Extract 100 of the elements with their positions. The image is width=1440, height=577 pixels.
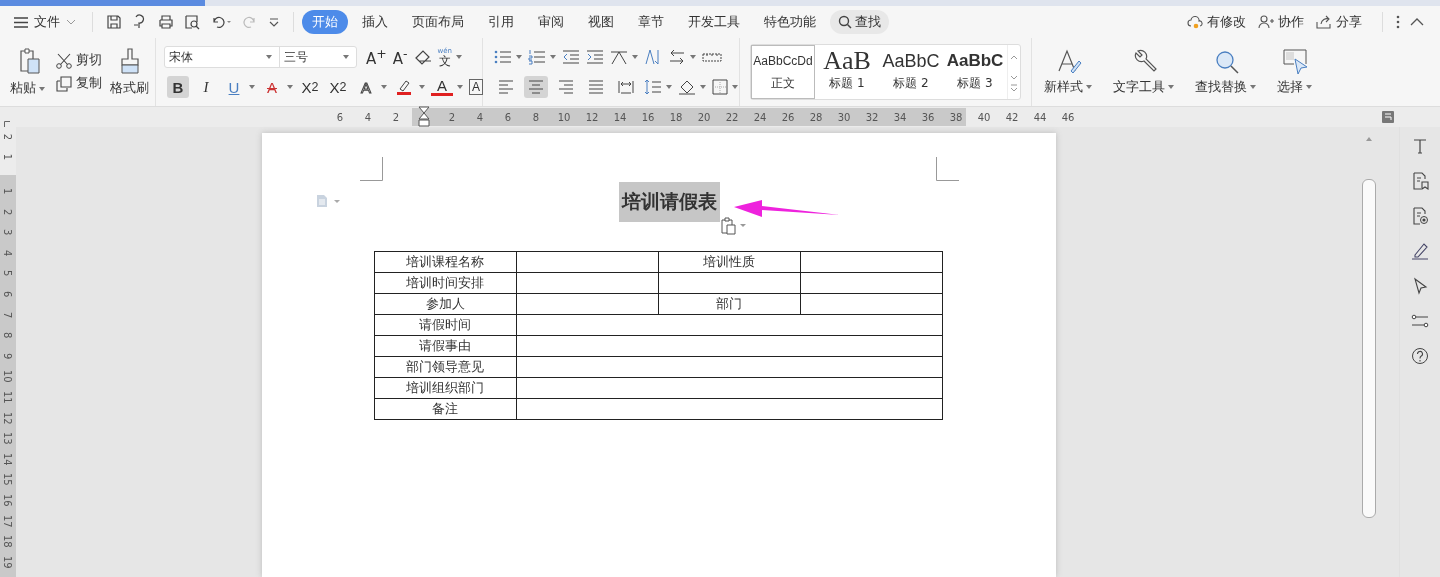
select-button[interactable]: 选择 bbox=[1277, 48, 1315, 96]
style-preset[interactable]: AaBbC 标题 3 bbox=[943, 45, 1007, 99]
ribbon-tab[interactable]: 页面布局 bbox=[402, 10, 474, 34]
gallery-scrollbar[interactable] bbox=[1007, 45, 1020, 99]
borders-icon[interactable] bbox=[712, 79, 728, 95]
eraser-icon[interactable] bbox=[413, 49, 432, 65]
numbered-list-icon[interactable] bbox=[528, 49, 546, 65]
file-menu[interactable]: 文件 bbox=[14, 13, 76, 31]
caret-icon[interactable] bbox=[1086, 85, 1092, 89]
format-button[interactable]: A bbox=[355, 76, 377, 98]
more-icon[interactable] bbox=[1396, 15, 1400, 29]
ribbon-tab[interactable]: 视图 bbox=[578, 10, 624, 34]
table-cell[interactable] bbox=[516, 272, 658, 294]
table-cell[interactable] bbox=[800, 251, 942, 273]
caret-icon[interactable] bbox=[381, 85, 387, 89]
table-cell[interactable] bbox=[516, 398, 942, 420]
search-button[interactable]: 查找 bbox=[830, 10, 889, 34]
increase-indent-icon[interactable] bbox=[586, 49, 604, 65]
table-cell[interactable] bbox=[800, 272, 942, 294]
pen-icon[interactable] bbox=[1411, 242, 1429, 260]
caret-icon[interactable] bbox=[690, 55, 696, 59]
ribbon-tab[interactable]: 章节 bbox=[628, 10, 674, 34]
align-button[interactable] bbox=[524, 76, 548, 98]
caret-icon[interactable] bbox=[287, 85, 293, 89]
ruler-toggle-icon[interactable] bbox=[1382, 111, 1394, 123]
scrollbar-thumb[interactable] bbox=[1362, 179, 1376, 518]
ruler-icon[interactable] bbox=[702, 50, 722, 64]
ribbon-tab[interactable]: 特色功能 bbox=[754, 10, 826, 34]
table-cell[interactable] bbox=[800, 293, 942, 315]
caret-icon[interactable] bbox=[249, 85, 255, 89]
print-icon[interactable] bbox=[158, 14, 174, 30]
help-icon[interactable] bbox=[1411, 347, 1429, 365]
margin-mark bbox=[359, 157, 383, 181]
decrease-indent-icon[interactable] bbox=[562, 49, 580, 65]
add-user-icon bbox=[1258, 15, 1274, 29]
table-cell[interactable] bbox=[516, 314, 942, 336]
sort-icon[interactable] bbox=[644, 49, 662, 65]
paragraph-handle-icon[interactable] bbox=[315, 194, 342, 208]
customize-icon[interactable] bbox=[268, 17, 280, 27]
text-layout-icon[interactable] bbox=[610, 49, 628, 65]
sync-status-button[interactable]: 有修改 bbox=[1187, 13, 1246, 31]
undo-icon[interactable] bbox=[210, 14, 232, 30]
caret-icon[interactable] bbox=[457, 85, 463, 89]
margin-mark bbox=[935, 157, 959, 181]
paste-button[interactable]: 粘贴 bbox=[10, 47, 48, 97]
cut-button[interactable]: 剪切 bbox=[56, 52, 102, 69]
format-painter-button[interactable]: 格式刷 bbox=[110, 47, 149, 97]
copy-button[interactable]: 复制 bbox=[56, 75, 102, 92]
caret-icon[interactable] bbox=[632, 55, 638, 59]
caret-icon[interactable] bbox=[700, 85, 706, 89]
table-cell[interactable] bbox=[516, 251, 658, 273]
table-cell[interactable] bbox=[516, 377, 942, 399]
line-break-icon[interactable] bbox=[668, 49, 686, 65]
caret-icon[interactable] bbox=[732, 85, 738, 89]
shading-icon[interactable] bbox=[678, 79, 696, 95]
ribbon-tab[interactable]: 插入 bbox=[352, 10, 398, 34]
caret-icon[interactable] bbox=[666, 85, 672, 89]
cursor-icon[interactable] bbox=[1411, 277, 1429, 295]
collapse-icon[interactable] bbox=[1410, 18, 1424, 26]
scroll-up-icon[interactable] bbox=[1366, 137, 1372, 141]
text-tools-button[interactable]: 文字工具 bbox=[1113, 48, 1177, 96]
style-preset[interactable]: AaB 标题 1 bbox=[815, 45, 879, 99]
new-style-button[interactable]: 新样式 bbox=[1044, 48, 1095, 96]
bullet-list-icon[interactable] bbox=[494, 49, 512, 65]
format-button[interactable]: I bbox=[195, 76, 217, 98]
font-color-button[interactable]: A bbox=[431, 78, 453, 96]
format-button[interactable]: B bbox=[167, 76, 189, 98]
font-size-button[interactable]: A$^{-}$ bbox=[392, 47, 408, 67]
caret-icon[interactable] bbox=[550, 55, 556, 59]
caret-icon[interactable] bbox=[516, 55, 522, 59]
caret-icon[interactable] bbox=[1306, 85, 1312, 89]
caret-icon[interactable] bbox=[1250, 85, 1256, 89]
print-preview-icon[interactable] bbox=[184, 14, 200, 30]
ribbon-tab[interactable]: 审阅 bbox=[528, 10, 574, 34]
table-cell[interactable] bbox=[516, 293, 658, 315]
table-cell[interactable] bbox=[516, 335, 942, 357]
document-icon[interactable] bbox=[1411, 207, 1429, 225]
table-cell[interactable] bbox=[516, 356, 942, 378]
line-spacing-icon[interactable] bbox=[644, 79, 662, 95]
sliders-icon[interactable] bbox=[1411, 312, 1429, 330]
collaborate-button[interactable]: 协作 bbox=[1258, 13, 1304, 31]
format-button[interactable]: A bbox=[261, 76, 283, 98]
format-button[interactable]: A bbox=[469, 79, 483, 95]
caret-icon[interactable] bbox=[456, 55, 462, 59]
style-preset[interactable]: AaBbCcDd 正文 bbox=[751, 45, 815, 99]
caret-icon[interactable] bbox=[1168, 85, 1174, 89]
document-icon[interactable] bbox=[1411, 172, 1429, 190]
ribbon-tab[interactable]: 开发工具 bbox=[678, 10, 750, 34]
format-button[interactable]: U bbox=[223, 76, 245, 98]
caret-icon[interactable] bbox=[39, 86, 45, 91]
ribbon-tab[interactable]: 引用 bbox=[478, 10, 524, 34]
text-icon[interactable] bbox=[1411, 137, 1429, 155]
table-cell: 培训性质 bbox=[658, 251, 800, 273]
style-preset[interactable]: AaBbC 标题 2 bbox=[879, 45, 943, 99]
find-replace-button[interactable]: 查找替换 bbox=[1195, 48, 1259, 96]
save-icon[interactable] bbox=[106, 14, 122, 30]
caret-icon[interactable] bbox=[419, 85, 425, 89]
share-button[interactable]: 分享 bbox=[1316, 13, 1362, 31]
font-size-button[interactable]: A$^{+}$ bbox=[366, 47, 387, 67]
paste-options-icon[interactable] bbox=[719, 217, 748, 235]
